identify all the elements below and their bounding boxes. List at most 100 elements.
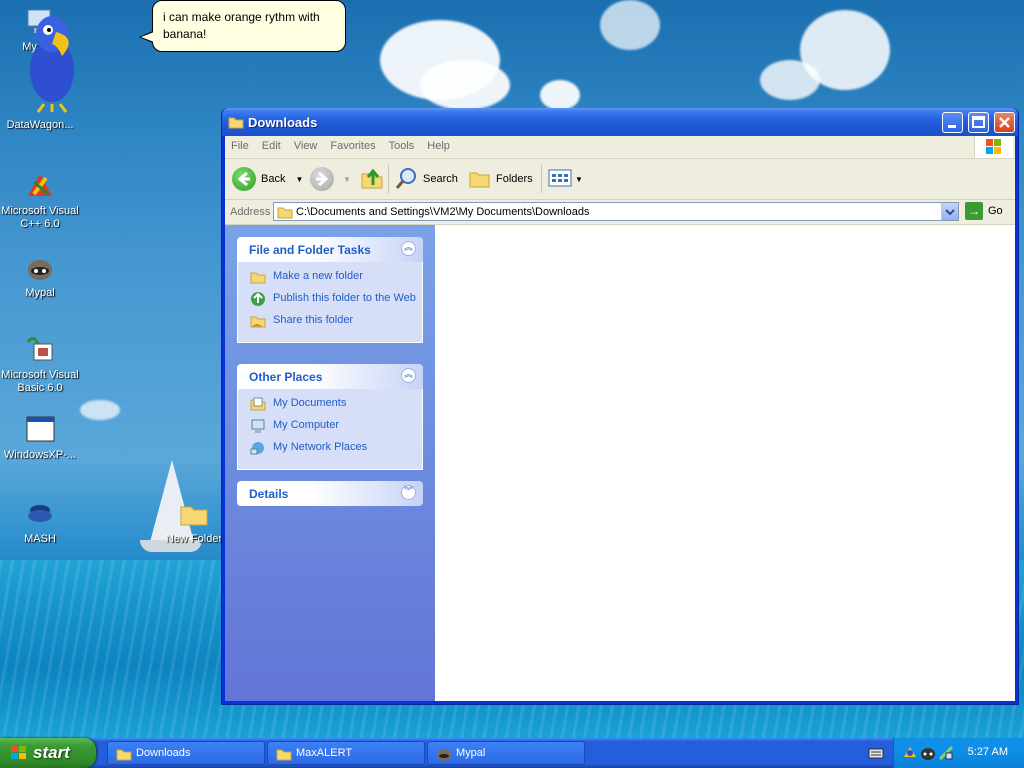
folders-button[interactable]: Folders <box>468 165 533 193</box>
address-input[interactable]: C:\Documents and Settings\VM2\My Documen… <box>273 202 959 221</box>
desktop-icon-label: Microsoft Visual C++ 6.0 <box>1 205 79 230</box>
cloud <box>80 400 120 420</box>
start-button[interactable]: start <box>0 738 96 768</box>
address-dropdown-button[interactable] <box>941 203 958 220</box>
taskbar-item-label: MaxALERT <box>296 747 353 759</box>
cloud <box>540 80 580 110</box>
mypal-raccoon-icon <box>24 252 56 284</box>
raccoon-tray-icon[interactable] <box>920 745 936 764</box>
agent-speech-text: i can make orange rythm with banana! <box>163 10 320 41</box>
system-tray: 5:27 AM <box>893 738 1024 768</box>
task-pane: File and Folder Tasks ︽ Make a new folde… <box>225 225 435 701</box>
desktop-icon-visual-basic[interactable]: Microsoft Visual Basic 6.0 <box>0 334 80 395</box>
parrot-tray-icon[interactable] <box>902 745 918 764</box>
start-label: start <box>33 743 70 762</box>
task-label: Share this folder <box>273 314 354 326</box>
menu-file[interactable]: File <box>225 136 256 152</box>
windows-logo-icon <box>10 745 28 764</box>
place-my-documents[interactable]: My Documents <box>238 395 422 415</box>
system-clock[interactable]: 5:27 AM <box>968 746 1008 758</box>
folders-icon <box>468 167 492 192</box>
forward-arrow-icon <box>310 167 334 191</box>
desktop-icon-windowsxp[interactable]: WindowsXP-... <box>0 414 80 462</box>
taskbar-item-label: Downloads <box>136 747 191 759</box>
my-computer-icon <box>250 418 266 434</box>
panel-header[interactable]: File and Folder Tasks ︽ <box>237 237 423 262</box>
address-label: Address <box>230 206 271 218</box>
up-folder-icon <box>359 165 385 194</box>
task-publish-folder-web[interactable]: Publish this folder to the Web <box>238 290 422 310</box>
desktop-icon-mypal[interactable]: Mypal <box>0 252 80 300</box>
taskbar-item-label: Mypal <box>456 747 486 759</box>
panel-body: Make a new folder Publish this folder to… <box>237 262 423 343</box>
close-button[interactable] <box>994 112 1015 133</box>
search-button[interactable]: Search <box>395 165 458 193</box>
minimize-button[interactable] <box>942 112 963 133</box>
panel-header[interactable]: Details ︾ <box>237 481 423 506</box>
standard-toolbar: Back ▼ ▼ Search Folders ▼ <box>225 159 1015 200</box>
place-label: My Network Places <box>273 441 368 453</box>
menu-edit[interactable]: Edit <box>256 136 288 152</box>
mash-icon <box>24 498 56 530</box>
chevron-down-icon[interactable]: ▼ <box>295 175 303 184</box>
place-label: My Computer <box>273 419 340 431</box>
collapse-chevron-icon[interactable]: ︽ <box>401 241 416 256</box>
keyboard-icon[interactable] <box>868 746 884 763</box>
go-label: Go <box>988 205 1003 217</box>
visual-cpp-icon <box>24 170 56 202</box>
menu-view[interactable]: View <box>288 136 325 152</box>
network-tray-icon[interactable] <box>938 745 954 764</box>
cloud <box>600 0 660 50</box>
panel-body: My Documents My Computer My Network Plac… <box>237 389 423 470</box>
search-label: Search <box>423 173 458 185</box>
go-button[interactable]: → Go <box>965 202 1003 220</box>
chevron-down-icon: ▼ <box>575 174 583 184</box>
place-my-computer[interactable]: My Computer <box>238 417 422 437</box>
views-icon <box>548 168 572 191</box>
menu-tools[interactable]: Tools <box>383 136 422 152</box>
panel-title: Other Places <box>249 370 323 384</box>
file-list-area[interactable] <box>435 225 1015 701</box>
folder-icon <box>276 746 292 765</box>
taskbar: start Downloads MaxALERT Mypal 5:27 AM <box>0 738 1024 768</box>
task-label: Make a new folder <box>273 270 363 282</box>
desktop-icon-label: Mypal <box>25 287 55 299</box>
desktop-icon-label: DataWagon... <box>6 119 74 131</box>
folder-icon <box>228 114 244 133</box>
place-my-network-places[interactable]: My Network Places <box>238 439 422 459</box>
desktop-icon-mash[interactable]: MASH <box>0 498 80 546</box>
up-folder-button[interactable] <box>359 165 385 193</box>
toolbar-separator <box>388 165 389 193</box>
menu-favorites[interactable]: Favorites <box>324 136 382 152</box>
desktop-icon-visual-cpp[interactable]: Microsoft Visual C++ 6.0 <box>0 170 80 231</box>
menu-bar: File Edit View Favorites Tools Help <box>225 136 1015 159</box>
back-button[interactable]: Back ▼ <box>232 165 303 193</box>
back-arrow-icon <box>232 167 256 191</box>
views-button[interactable]: ▼ <box>548 165 583 193</box>
task-make-new-folder[interactable]: Make a new folder <box>238 268 422 288</box>
taskbar-item-maxalert[interactable]: MaxALERT <box>267 741 425 765</box>
taskbar-item-mypal[interactable]: Mypal <box>427 741 585 765</box>
place-label: My Documents <box>273 397 347 409</box>
maximize-button[interactable] <box>968 112 989 133</box>
file-folder-tasks-panel: File and Folder Tasks ︽ Make a new folde… <box>237 237 423 343</box>
window-app-icon <box>24 414 56 446</box>
task-share-folder[interactable]: Share this folder <box>238 312 422 332</box>
folder-icon <box>116 746 132 765</box>
forward-button[interactable]: ▼ <box>310 165 351 193</box>
search-icon <box>395 166 419 193</box>
menu-help[interactable]: Help <box>421 136 457 152</box>
my-documents-icon <box>250 396 266 412</box>
collapse-chevron-icon[interactable]: ︽ <box>401 368 416 383</box>
taskbar-item-downloads[interactable]: Downloads <box>107 741 265 765</box>
folders-label: Folders <box>496 173 533 185</box>
web-publish-icon <box>250 291 266 307</box>
expand-chevron-icon[interactable]: ︾ <box>401 485 416 500</box>
panel-header[interactable]: Other Places ︽ <box>237 364 423 389</box>
chevron-down-icon[interactable]: ▼ <box>343 175 351 184</box>
window-titlebar[interactable]: Downloads <box>222 108 1018 136</box>
parrot-agent[interactable] <box>22 8 80 116</box>
other-places-panel: Other Places ︽ My Documents My Computer … <box>237 364 423 470</box>
desktop-icon-label: Microsoft Visual Basic 6.0 <box>1 369 79 394</box>
explorer-window: Downloads File Edit View Favorites Tools Help… <box>221 108 1019 705</box>
